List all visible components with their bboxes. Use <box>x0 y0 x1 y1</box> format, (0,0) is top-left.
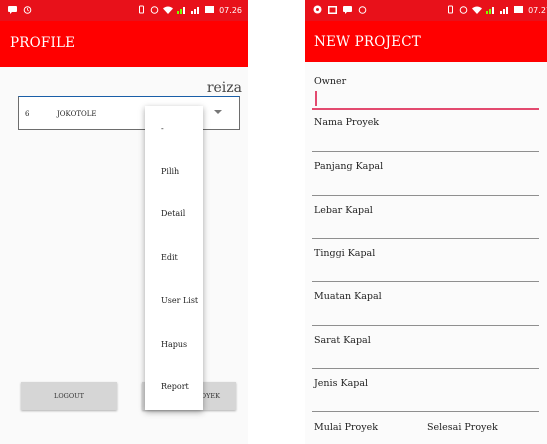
owner-input[interactable] <box>312 108 539 110</box>
signal-icon <box>486 5 496 16</box>
alarm-icon <box>23 5 32 16</box>
mulai-proyek-label: Mulai Proyek <box>314 422 379 433</box>
profile-screen: 07.26 PROFILE reiza 6 JOKOTOLE LOGOUT OY… <box>0 0 248 444</box>
owner-label: Owner <box>314 76 347 87</box>
page-title: PROFILE <box>10 35 76 51</box>
project-spinner[interactable]: 6 JOKOTOLE <box>18 96 240 130</box>
menu-item-detail[interactable]: Detail <box>161 209 185 218</box>
menu-item-hapus[interactable]: Hapus <box>161 340 187 349</box>
text-cursor <box>315 91 317 106</box>
selesai-proyek-label: Selesai Proyek <box>427 422 498 433</box>
signal-icon <box>177 5 187 16</box>
signal-icon <box>191 5 201 16</box>
nama-proyek-input[interactable] <box>312 151 539 152</box>
vibrate-icon <box>446 5 455 16</box>
status-bar: 07.26 <box>0 0 248 21</box>
location-icon <box>313 5 322 16</box>
status-bar: 07.27 <box>305 0 547 21</box>
alarm-icon <box>459 5 468 16</box>
chat-icon <box>343 5 352 16</box>
wifi-icon <box>163 6 174 16</box>
jenis-kapal-input[interactable] <box>312 411 539 412</box>
battery-icon <box>205 6 215 15</box>
sarat-kapal-label: Sarat Kapal <box>314 335 371 346</box>
lebar-kapal-label: Lebar Kapal <box>314 205 373 216</box>
alarm-icon <box>358 5 367 16</box>
chevron-down-icon[interactable] <box>214 110 222 114</box>
context-menu: - Pilih Detail Edit User List Hapus Repo… <box>145 106 203 410</box>
menu-item-edit[interactable]: Edit <box>161 253 178 262</box>
jenis-kapal-label: Jenis Kapal <box>314 378 369 389</box>
tinggi-kapal-label: Tinggi Kapal <box>314 248 376 259</box>
page-title: NEW PROJECT <box>314 34 421 50</box>
menu-item-separator[interactable]: - <box>161 124 164 133</box>
sarat-kapal-input[interactable] <box>312 368 539 369</box>
logout-button[interactable]: LOGOUT <box>21 382 117 410</box>
menu-item-user-list[interactable]: User List <box>161 296 198 305</box>
panjang-kapal-input[interactable] <box>312 195 539 196</box>
username-label: reiza <box>206 80 242 96</box>
clock-text: 07.26 <box>219 6 242 15</box>
spinner-number: 6 <box>25 110 30 118</box>
chat-icon <box>8 5 17 16</box>
menu-item-pilih[interactable]: Pilih <box>161 167 179 176</box>
lebar-kapal-input[interactable] <box>312 238 539 239</box>
battery-icon <box>514 6 524 15</box>
app-bar: PROFILE <box>0 21 248 67</box>
alarm-icon <box>150 5 159 16</box>
nama-proyek-label: Nama Proyek <box>314 117 380 128</box>
menu-item-report[interactable]: Report <box>161 382 189 391</box>
screenshot-icon <box>328 5 337 16</box>
muatan-kapal-label: Muatan Kapal <box>314 291 382 302</box>
new-project-screen: 07.27 NEW PROJECT Owner Nama Proyek Panj… <box>305 0 547 444</box>
panjang-kapal-label: Panjang Kapal <box>314 161 384 172</box>
clock-text: 07.27 <box>528 6 547 15</box>
signal-icon <box>500 5 510 16</box>
wifi-icon <box>472 6 483 16</box>
tinggi-kapal-input[interactable] <box>312 281 539 282</box>
spinner-name: JOKOTOLE <box>57 110 97 118</box>
proyek-button-label: OYEK <box>200 392 220 400</box>
app-bar: NEW PROJECT <box>305 21 547 62</box>
vibrate-icon <box>137 5 146 16</box>
muatan-kapal-input[interactable] <box>312 325 539 326</box>
